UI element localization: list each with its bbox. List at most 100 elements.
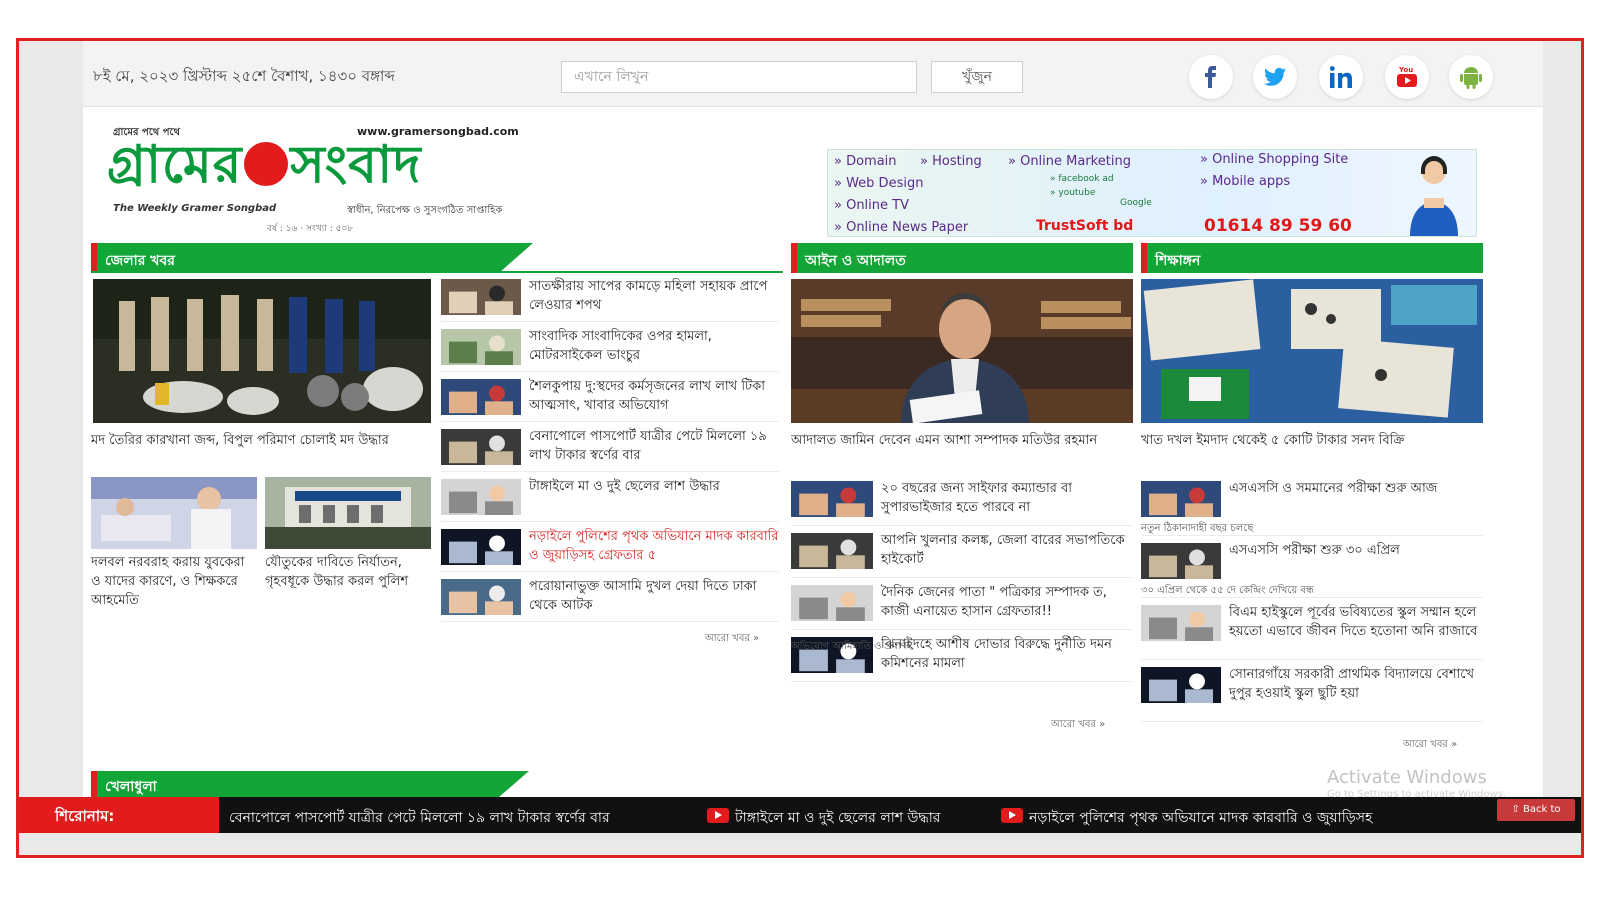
news-thumb[interactable] (441, 329, 521, 365)
news-thumb[interactable] (441, 379, 521, 415)
linkedin-link[interactable] (1319, 55, 1363, 99)
news-headline[interactable]: আপনি খুলনার কলঙ্ক, জেলা বারের সভাপতিকে হ… (881, 531, 1133, 569)
ad-item: » Hosting (920, 154, 982, 169)
news-headline[interactable]: টাঙ্গাইলে মা ও দুই ছেলের লাশ উদ্ধার (529, 477, 779, 496)
news-thumb[interactable] (441, 529, 521, 565)
news-thumbnail-image (441, 429, 521, 465)
news-thumb[interactable] (265, 477, 431, 549)
news-headline[interactable]: বেনাপোলে পাসপোর্ট যাত্রীর পেটে মিললো ১৯ … (529, 427, 779, 465)
row-divider (441, 571, 779, 572)
news-meta: অভিযোগ আমিহাতি ও প্রমাণহ (791, 641, 912, 652)
ticker-item[interactable]: নড়াইলে পুলিশের পৃথক অভিযানে মাদক কারবার… (1029, 806, 1372, 830)
news-headline[interactable]: এসএসসি ও সমমানের পরীক্ষা শুরু আজ (1229, 479, 1483, 498)
lead-image-district[interactable] (93, 279, 431, 423)
row-divider (1141, 597, 1483, 598)
row-divider (441, 321, 779, 322)
section-header-district[interactable]: জেলার খবর (91, 243, 499, 273)
more-link-district[interactable]: আরো খবর » (705, 631, 759, 648)
svg-text:You: You (1398, 66, 1413, 74)
police-raid-photo (93, 279, 431, 423)
news-thumbnail-image (441, 279, 521, 315)
news-headline[interactable]: দৈনিক জেনের পাতা " পত্রিকার সম্পাদক ত, ক… (881, 583, 1133, 621)
ticker-item[interactable]: বেনাপোলে পাসপোর্ট যাত্রীর পেটে মিললো ১৯ … (229, 806, 610, 830)
facebook-link[interactable] (1189, 55, 1233, 99)
lead-headline-district[interactable]: মদ তৈরির কারখানা জব্দ, বিপুল পরিমাণ চোলা… (91, 431, 431, 450)
facebook-icon (1205, 66, 1216, 88)
news-thumb[interactable] (1141, 667, 1221, 703)
news-thumb[interactable] (441, 279, 521, 315)
news-thumb[interactable] (1141, 605, 1221, 641)
news-thumbnail-image (1141, 543, 1221, 579)
section-title: আইন ও আদালত (805, 253, 906, 269)
section-underline (91, 271, 783, 273)
news-thumb[interactable] (91, 477, 257, 549)
news-thumbnail-image (441, 329, 521, 365)
logo-map-emblem (244, 142, 289, 186)
lead-headline-law[interactable]: আদালত জামিন দেবেন এমন আশা সম্পাদক মতিউর … (791, 431, 1133, 450)
certificates-photo (1141, 279, 1483, 423)
youtube-icon: You (1397, 66, 1417, 87)
news-headline[interactable]: শৈলকুপায় দু:স্থদের কর্মসৃজনের লাখ লাখ ট… (529, 377, 779, 415)
sub-headline[interactable]: যৌতুকের দাবিতে নির্যাতন, গৃহবধূকে উদ্ধার… (265, 553, 431, 591)
police-station-photo (265, 477, 431, 549)
ad-sub-item: » facebook ad (1050, 174, 1114, 184)
twitter-link[interactable] (1253, 55, 1297, 99)
news-headline[interactable]: সাংবাদিক সাংবাদিকের ওপর হামলা, মোটরসাইকে… (529, 327, 779, 365)
section-header-law[interactable]: আইন ও আদালত (791, 243, 1133, 273)
news-headline[interactable]: নড়াইলে পুলিশের পৃথক অভিযানে মাদক কারবার… (529, 527, 779, 565)
row-divider (791, 681, 1133, 682)
news-headline[interactable]: বিএম হাইস্কুলে পূর্বের ভবিষ্যতের স্কুল স… (1229, 603, 1483, 641)
news-thumbnail-image (1141, 605, 1221, 641)
twitter-icon (1264, 67, 1286, 86)
ad-phone: 01614 89 59 60 (1204, 216, 1352, 236)
more-link-education[interactable]: আরো খবর » (1403, 737, 1457, 754)
headline-ticker[interactable]: শিরোনাম: বেনাপোলে পাসপোর্ট যাত্রীর পেটে … (19, 797, 1581, 833)
section-header-education[interactable]: শিক্ষাঙ্গন (1141, 243, 1483, 273)
news-headline[interactable]: সাতক্ষীরায় সাপের কামড়ে মহিলা সহায়ক প্… (529, 277, 779, 315)
news-thumb[interactable] (791, 481, 873, 517)
lead-image-law[interactable] (791, 279, 1133, 423)
logo-name-right: সংবাদ (290, 135, 422, 195)
youtube-link[interactable]: You (1385, 55, 1429, 99)
ad-banner[interactable]: » Domain » Hosting » Online Marketing » … (827, 149, 1477, 237)
row-divider (791, 629, 1133, 630)
news-headline[interactable]: ঝিনাইদহে আশীষ দোভার বিরুদ্ধে দুর্নীতি দম… (881, 635, 1133, 673)
news-headline[interactable]: সোনারগাঁয়ে সরকারী প্রাথমিক বিদ্যালয়ে ব… (1229, 665, 1483, 703)
news-headline[interactable]: ২০ বছরের জন্য সাইফার কম্যান্ডার বা সুপার… (881, 479, 1133, 517)
row-divider (441, 371, 779, 372)
windows-watermark: Activate Windows (1327, 767, 1487, 788)
lead-image-education[interactable] (1141, 279, 1483, 423)
logo-subtitle-bn: স্বাধীন, নিরপেক্ষ ও সুসংগঠিত সাপ্তাহিক (347, 205, 503, 216)
news-thumb[interactable] (441, 579, 521, 615)
news-headline[interactable]: পরোয়ানাভুক্ত আসামি দুখল দেয়া দিতে ঢাকা… (529, 577, 779, 615)
search-button[interactable]: খুঁজুন (931, 61, 1023, 93)
editor-portrait-photo (791, 279, 1133, 423)
browser-frame: ৮ই মে, ২০২৩ খ্রিস্টাব্দ ২৫শে বৈশাখ, ১৪৩০… (16, 38, 1584, 858)
more-link-law[interactable]: আরো খবর » (1051, 717, 1105, 734)
site-logo[interactable]: গ্রামের পথে পথে www.gramersongbad.com গ্… (107, 125, 537, 235)
youtube-icon (1001, 808, 1023, 823)
news-thumb[interactable] (441, 429, 521, 465)
android-link[interactable] (1449, 55, 1493, 99)
linkedin-icon (1330, 66, 1352, 88)
ticker-item[interactable]: টাঙ্গাইলে মা ও দুই ছেলের লাশ উদ্ধার (735, 806, 940, 830)
back-to-top-button[interactable]: ⇧ Back to (1497, 799, 1575, 821)
news-headline[interactable]: এসএসসি পরীক্ষা শুরু ৩০ এপ্রিল (1229, 541, 1483, 560)
news-thumb[interactable] (441, 479, 521, 515)
row-divider (791, 577, 1133, 578)
youtube-icon (707, 808, 729, 823)
news-thumb[interactable] (1141, 481, 1221, 517)
search-input[interactable] (561, 61, 917, 93)
lead-headline-education[interactable]: খাত দখল ইমদাদ থেকেই ৫ কোটি টাকার সনদ বিক… (1141, 431, 1483, 450)
support-agent-icon (1410, 156, 1458, 236)
news-thumb[interactable] (791, 533, 873, 569)
sub-headline[interactable]: দলবল নরবরাহ করায় যুবকেরা ও যাদের কারণে,… (91, 553, 257, 610)
section-header-sports[interactable]: খেলাধুলা (91, 771, 499, 797)
section-title: জেলার খবর (105, 253, 175, 269)
android-icon (1460, 67, 1482, 89)
news-thumbnail-image (441, 529, 521, 565)
news-thumb[interactable] (791, 585, 873, 621)
row-divider (1141, 659, 1483, 660)
news-thumb[interactable] (1141, 543, 1221, 579)
current-date: ৮ই মে, ২০২৩ খ্রিস্টাব্দ ২৫শে বৈশাখ, ১৪৩০… (93, 67, 395, 85)
